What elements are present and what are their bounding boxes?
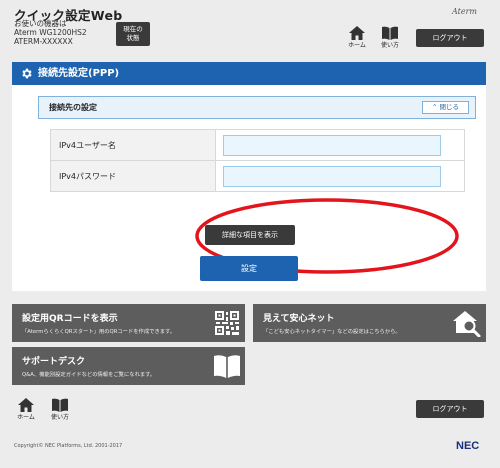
show-details-button[interactable]: 詳細な項目を表示 — [205, 225, 295, 245]
qr-code-icon — [215, 311, 239, 335]
qr-tile-title: 設定用QRコードを表示 — [22, 314, 118, 324]
nec-logo: NEC — [456, 440, 480, 452]
footer-home-nav[interactable]: ホーム — [14, 398, 38, 421]
qr-code-tile[interactable]: 設定用QRコードを表示 「AtermらくらくQRスタート」用のQRコードを作成で… — [12, 304, 245, 342]
submit-button[interactable]: 設定 — [200, 256, 298, 281]
safety-tile-title: 見えて安心ネット — [263, 314, 335, 324]
section-header: 接続先設定(PPP) — [12, 62, 486, 85]
subsection-title: 接続先の設定 — [49, 103, 97, 112]
safety-net-tile[interactable]: 見えて安心ネット 「こども安心ネットタイマー」などの設定はこちらから。 — [253, 304, 486, 342]
support-tile-title: サポートデスク — [22, 357, 86, 367]
book-icon — [52, 398, 68, 412]
ipv4-username-input[interactable] — [223, 134, 441, 156]
form-row-password: IPv4パスワード — [50, 160, 465, 192]
book-icon — [214, 355, 240, 378]
home-icon — [349, 26, 365, 40]
gear-icon — [22, 68, 32, 79]
form-row-username: IPv4ユーザー名 — [50, 129, 465, 161]
house-magnifier-icon — [453, 311, 481, 337]
book-icon — [382, 26, 398, 40]
page-header: クイック設定Web お使いの機器は Aterm WG1200HS2 ATERM-… — [0, 0, 500, 56]
device-label: お使いの機器は — [14, 19, 67, 28]
copyright-text: Copyright© NEC Platforms, Ltd. 2001-2017 — [14, 443, 123, 449]
password-label: IPv4パスワード — [50, 160, 216, 192]
aterm-logo: Aterm — [452, 7, 477, 16]
logout-button[interactable]: ログアウト — [416, 29, 484, 47]
footer-manual-nav[interactable]: 使い方 — [48, 398, 72, 421]
home-nav[interactable]: ホーム — [346, 26, 368, 49]
current-status-button[interactable]: 現在の 状態 — [116, 22, 150, 46]
username-label: IPv4ユーザー名 — [50, 129, 216, 161]
chevron-up-icon: ⌃ — [431, 103, 438, 111]
support-desk-tile[interactable]: サポートデスク Q&A、機能別設定ガイドなどの情報をご覧になれます。 — [12, 347, 245, 385]
collapse-button[interactable]: ⌃ 閉じる — [422, 101, 469, 114]
qr-tile-desc: 「AtermらくらくQRスタート」用のQRコードを作成できます。 — [22, 329, 176, 335]
manual-nav[interactable]: 使い方 — [378, 26, 402, 49]
footer-logout-button[interactable]: ログアウト — [416, 400, 484, 418]
main-panel: 接続先設定(PPP) 接続先の設定 ⌃ 閉じる IPv4ユーザー名 IPv4パス… — [12, 62, 486, 291]
device-model: Aterm WG1200HS2 — [14, 28, 87, 37]
home-icon — [18, 398, 34, 412]
connection-form: IPv4ユーザー名 IPv4パスワード — [50, 129, 465, 192]
device-id: ATERM-XXXXXX — [14, 37, 73, 46]
section-title: 接続先設定(PPP) — [38, 68, 120, 79]
safety-tile-desc: 「こども安心ネットタイマー」などの設定はこちらから。 — [263, 329, 401, 335]
subsection-header: 接続先の設定 ⌃ 閉じる — [38, 96, 476, 119]
support-tile-desc: Q&A、機能別設定ガイドなどの情報をご覧になれます。 — [22, 372, 156, 378]
ipv4-password-input[interactable] — [223, 165, 441, 187]
